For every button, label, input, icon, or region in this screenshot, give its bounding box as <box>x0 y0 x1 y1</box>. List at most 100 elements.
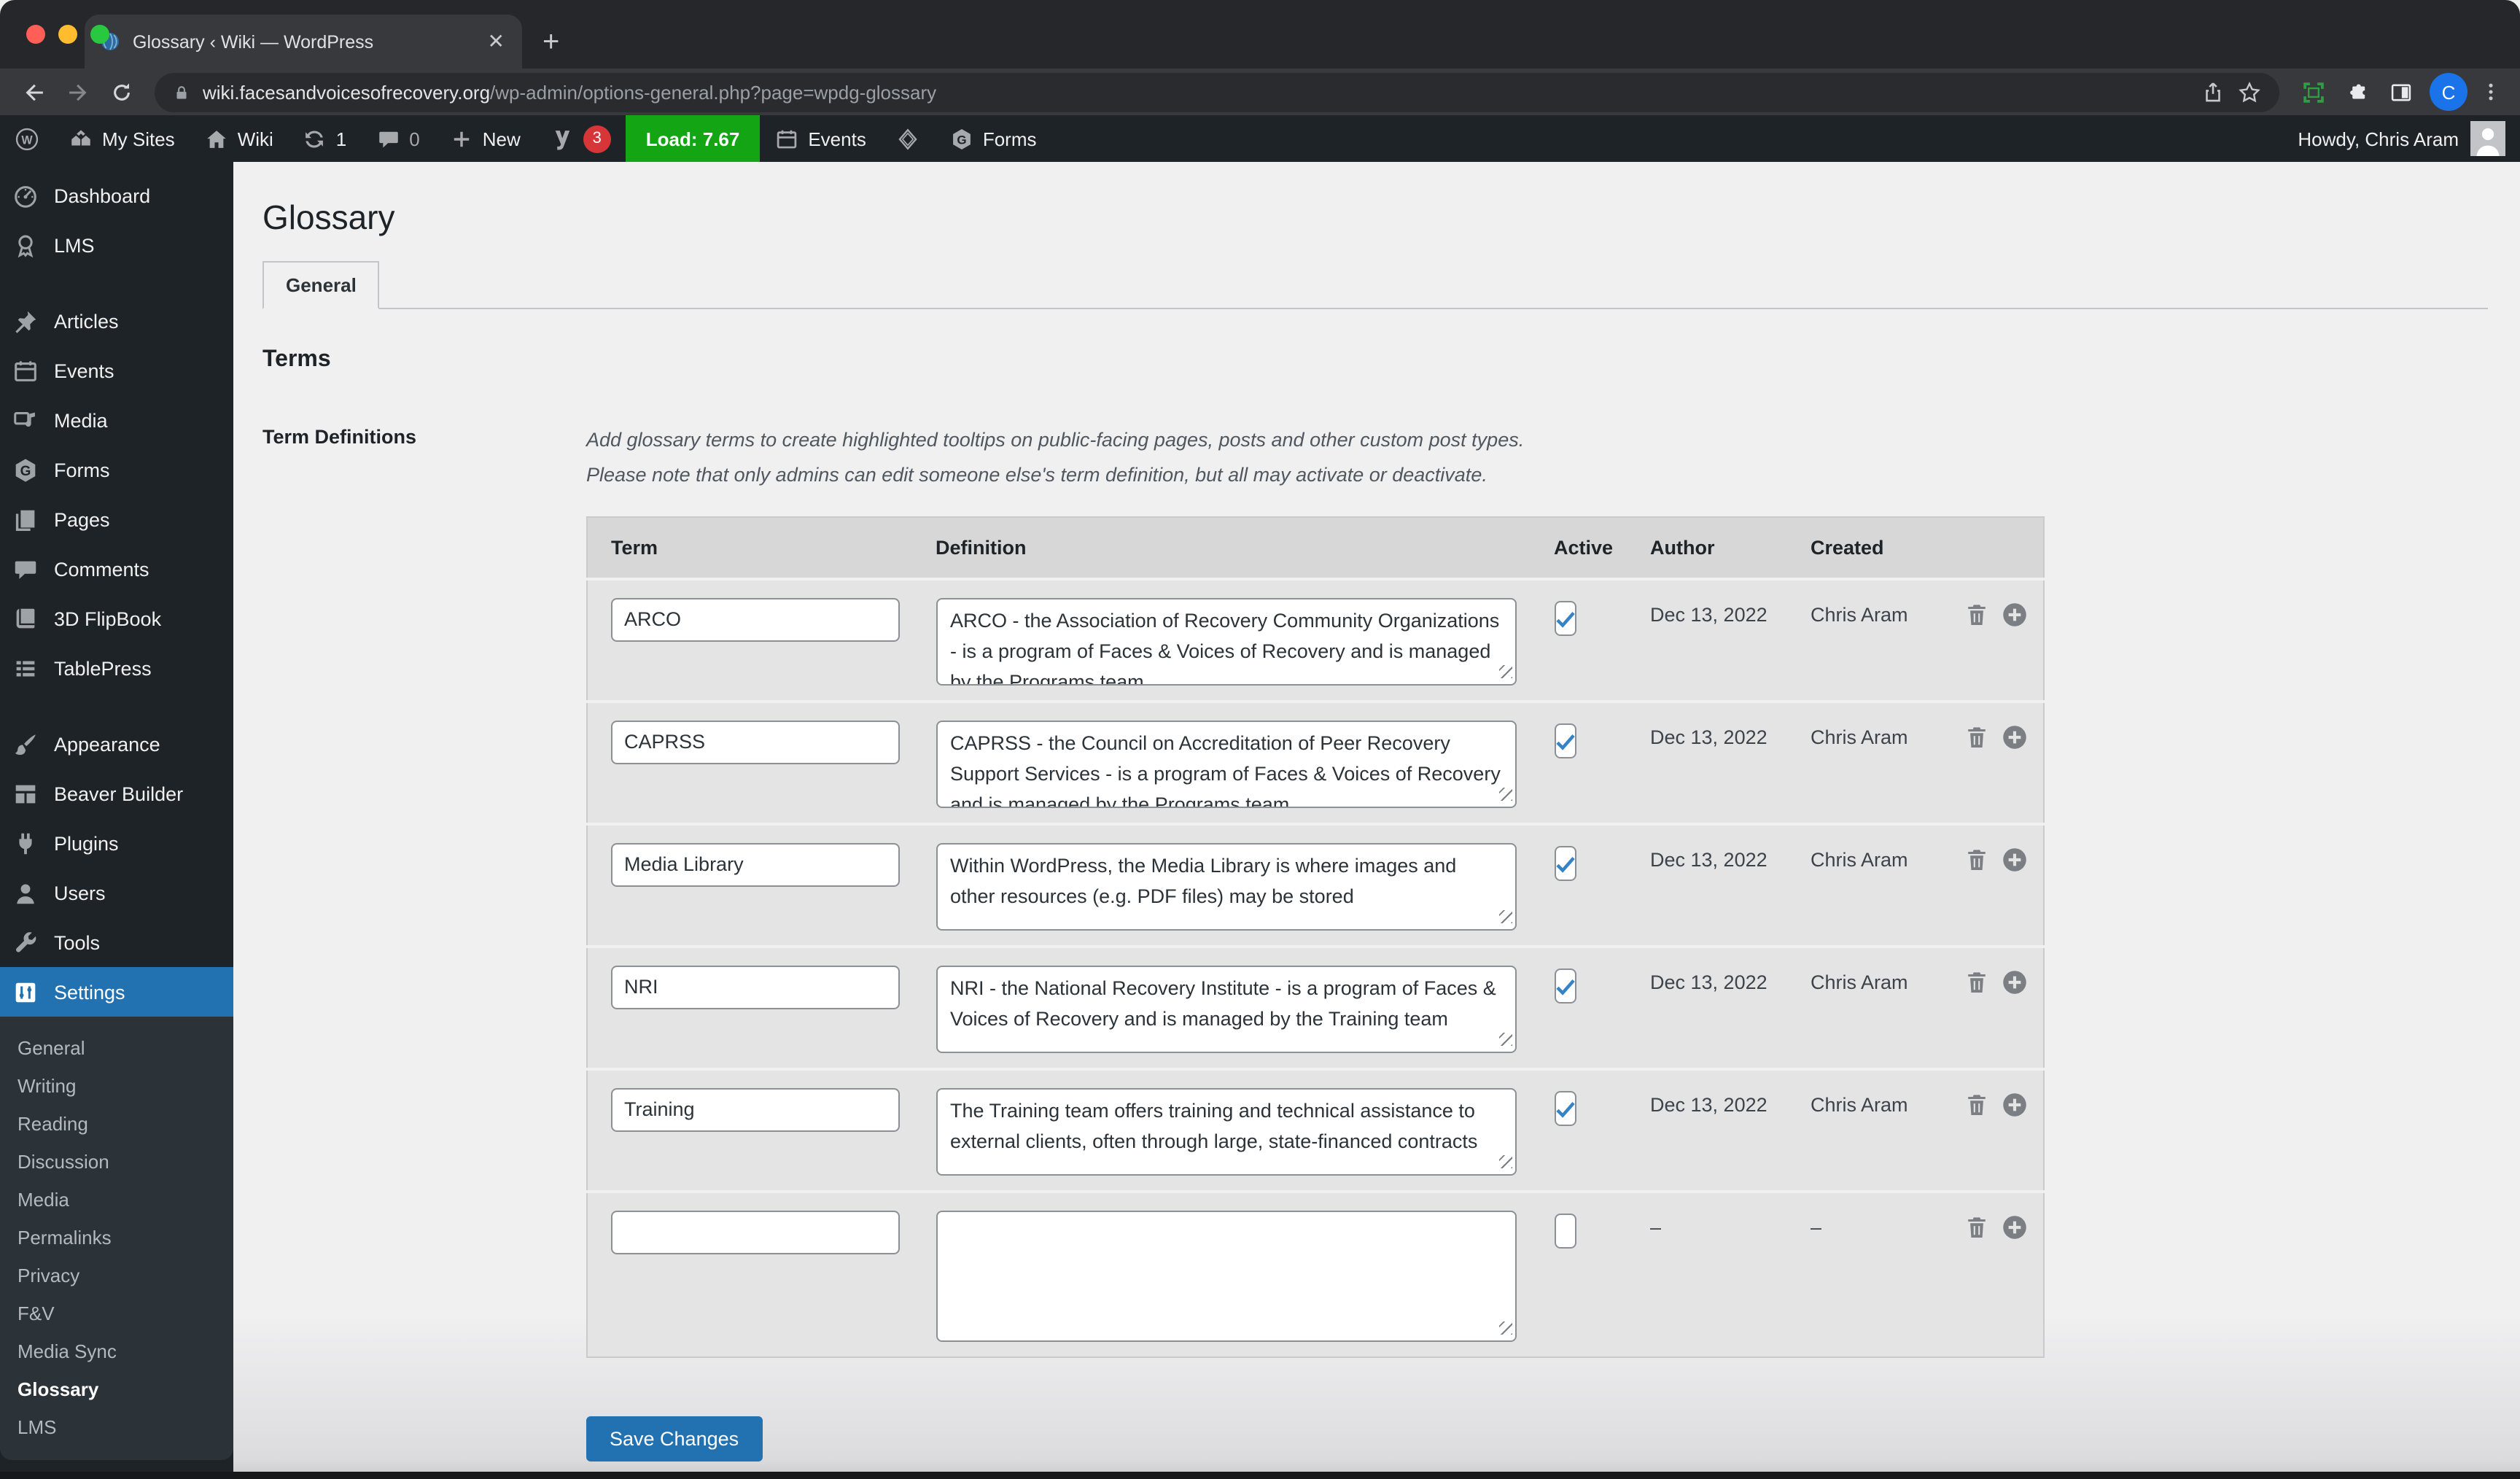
add-term-icon[interactable] <box>2000 723 2028 750</box>
address-bar[interactable]: wiki.facesandvoicesofrecovery.org/wp-adm… <box>155 72 2279 112</box>
delete-term-icon[interactable] <box>1962 1213 1990 1241</box>
submenu-item-lms[interactable]: LMS <box>0 1408 233 1445</box>
screen: Glossary ‹ Wiki — WordPress ✕ + wiki.fac… <box>0 0 2520 1479</box>
submenu-item-permalinks[interactable]: Permalinks <box>0 1218 233 1256</box>
sidebar-item-events[interactable]: Events <box>0 346 233 395</box>
add-term-icon[interactable] <box>2000 845 2028 873</box>
reload-icon[interactable] <box>102 73 140 111</box>
admin-bar-item-wiki[interactable]: Wiki <box>190 115 288 162</box>
submenu-item-media[interactable]: Media <box>0 1180 233 1218</box>
admin-bar-item[interactable] <box>881 115 935 162</box>
close-window-button[interactable] <box>26 25 45 44</box>
submenu-item-f-v[interactable]: F&V <box>0 1294 233 1332</box>
screen-capture-extension-icon[interactable] <box>2294 76 2332 108</box>
howdy-label[interactable]: Howdy, Chris Aram <box>2298 128 2459 150</box>
extensions-puzzle-icon[interactable] <box>2338 76 2376 108</box>
sidebar-item-beaver-builder[interactable]: Beaver Builder <box>0 769 233 818</box>
term-row: Dec 13, 2022 Chris Aram <box>587 823 2044 946</box>
admin-bar-item-my-sites[interactable]: My Sites <box>54 115 190 162</box>
delete-term-icon[interactable] <box>1962 845 1990 873</box>
delete-term-icon[interactable] <box>1962 600 1990 628</box>
browser-menu-icon[interactable] <box>2476 76 2505 108</box>
add-term-icon[interactable] <box>2000 1213 2028 1241</box>
active-checkbox[interactable] <box>1554 723 1576 758</box>
active-checkbox[interactable] <box>1554 845 1576 880</box>
definition-textarea[interactable] <box>936 597 1516 685</box>
forward-icon[interactable] <box>58 73 96 111</box>
dashboard-icon <box>12 182 39 209</box>
admin-bar-item[interactable]: W <box>0 115 54 162</box>
bookmark-star-icon[interactable] <box>2237 79 2262 104</box>
admin-bar-item-0[interactable]: 0 <box>361 115 434 162</box>
browser-toolbar: wiki.facesandvoicesofrecovery.org/wp-adm… <box>0 69 2520 115</box>
browser-tab[interactable]: Glossary ‹ Wiki — WordPress ✕ <box>85 15 522 69</box>
zoom-window-button[interactable] <box>90 25 109 44</box>
active-checkbox[interactable] <box>1554 600 1576 635</box>
sidebar-item-media[interactable]: Media <box>0 395 233 445</box>
submenu-item-general[interactable]: General <box>0 1028 233 1066</box>
delete-term-icon[interactable] <box>1962 968 1990 995</box>
admin-bar-item[interactable]: 3 <box>535 115 626 162</box>
admin-bar-item-new[interactable]: New <box>435 115 535 162</box>
user-avatar[interactable] <box>2470 121 2505 156</box>
sidebar-item-tools[interactable]: Tools <box>0 917 233 967</box>
sidebar-item-lms[interactable]: LMS <box>0 220 233 270</box>
definition-textarea[interactable] <box>936 842 1516 930</box>
add-term-icon[interactable] <box>2000 968 2028 995</box>
submenu-item-writing[interactable]: Writing <box>0 1066 233 1104</box>
share-icon[interactable] <box>2201 79 2225 104</box>
checkmark-icon <box>1552 1219 1577 1243</box>
new-tab-button[interactable]: + <box>542 26 559 60</box>
admin-bar-item-1[interactable]: 1 <box>288 115 361 162</box>
term-row: Dec 13, 2022 Chris Aram <box>587 701 2044 823</box>
submenu-item-glossary[interactable]: Glossary <box>0 1370 233 1408</box>
sidebar-item-appearance[interactable]: Appearance <box>0 719 233 769</box>
sidebar-item-label: Pages <box>54 508 110 530</box>
sidebar-item-articles[interactable]: Articles <box>0 296 233 346</box>
term-input[interactable] <box>611 597 900 641</box>
add-term-icon[interactable] <box>2000 1090 2028 1118</box>
submenu-item-media-sync[interactable]: Media Sync <box>0 1332 233 1370</box>
browser-profile-avatar[interactable]: C <box>2430 73 2468 111</box>
sidebar-item-forms[interactable]: G Forms <box>0 445 233 494</box>
window-controls[interactable] <box>26 25 109 44</box>
sidebar-item-3d-flipbook[interactable]: 3D FlipBook <box>0 594 233 643</box>
active-checkbox[interactable] <box>1554 1213 1576 1248</box>
minimize-window-button[interactable] <box>58 25 77 44</box>
definition-textarea[interactable] <box>936 1087 1516 1175</box>
term-input[interactable] <box>611 965 900 1009</box>
definition-textarea[interactable] <box>936 965 1516 1052</box>
active-checkbox[interactable] <box>1554 968 1576 1003</box>
close-tab-icon[interactable]: ✕ <box>485 29 508 54</box>
term-input[interactable] <box>611 720 900 764</box>
admin-bar-item-forms[interactable]: G Forms <box>935 115 1051 162</box>
back-icon[interactable] <box>15 73 52 111</box>
delete-term-icon[interactable] <box>1962 723 1990 750</box>
sidebar-item-plugins[interactable]: Plugins <box>0 818 233 868</box>
term-input[interactable] <box>611 1087 900 1131</box>
submenu-item-discussion[interactable]: Discussion <box>0 1142 233 1180</box>
save-changes-button[interactable]: Save Changes <box>586 1416 763 1461</box>
admin-bar-item-label: New <box>482 128 521 150</box>
active-checkbox[interactable] <box>1554 1090 1576 1125</box>
definition-textarea[interactable] <box>936 1210 1516 1341</box>
checkmark-icon <box>1552 1096 1577 1121</box>
sidebar-item-pages[interactable]: Pages <box>0 494 233 544</box>
term-input[interactable] <box>611 842 900 886</box>
add-term-icon[interactable] <box>2000 600 2028 628</box>
term-input[interactable] <box>611 1210 900 1254</box>
sidebar-item-dashboard[interactable]: Dashboard <box>0 171 233 220</box>
admin-bar-item-events[interactable]: Events <box>760 115 881 162</box>
tab-general[interactable]: General <box>262 261 380 309</box>
submenu-item-privacy[interactable]: Privacy <box>0 1256 233 1294</box>
menu-separator <box>0 693 233 719</box>
side-panel-icon[interactable] <box>2381 76 2419 108</box>
sidebar-item-tablepress[interactable]: TablePress <box>0 643 233 693</box>
definition-textarea[interactable] <box>936 720 1516 807</box>
sidebar-item-settings[interactable]: Settings <box>0 967 245 1017</box>
sidebar-item-comments[interactable]: Comments <box>0 544 233 594</box>
sidebar-item-users[interactable]: Users <box>0 868 233 917</box>
delete-term-icon[interactable] <box>1962 1090 1990 1118</box>
wrench-icon <box>12 928 39 956</box>
submenu-item-reading[interactable]: Reading <box>0 1104 233 1142</box>
